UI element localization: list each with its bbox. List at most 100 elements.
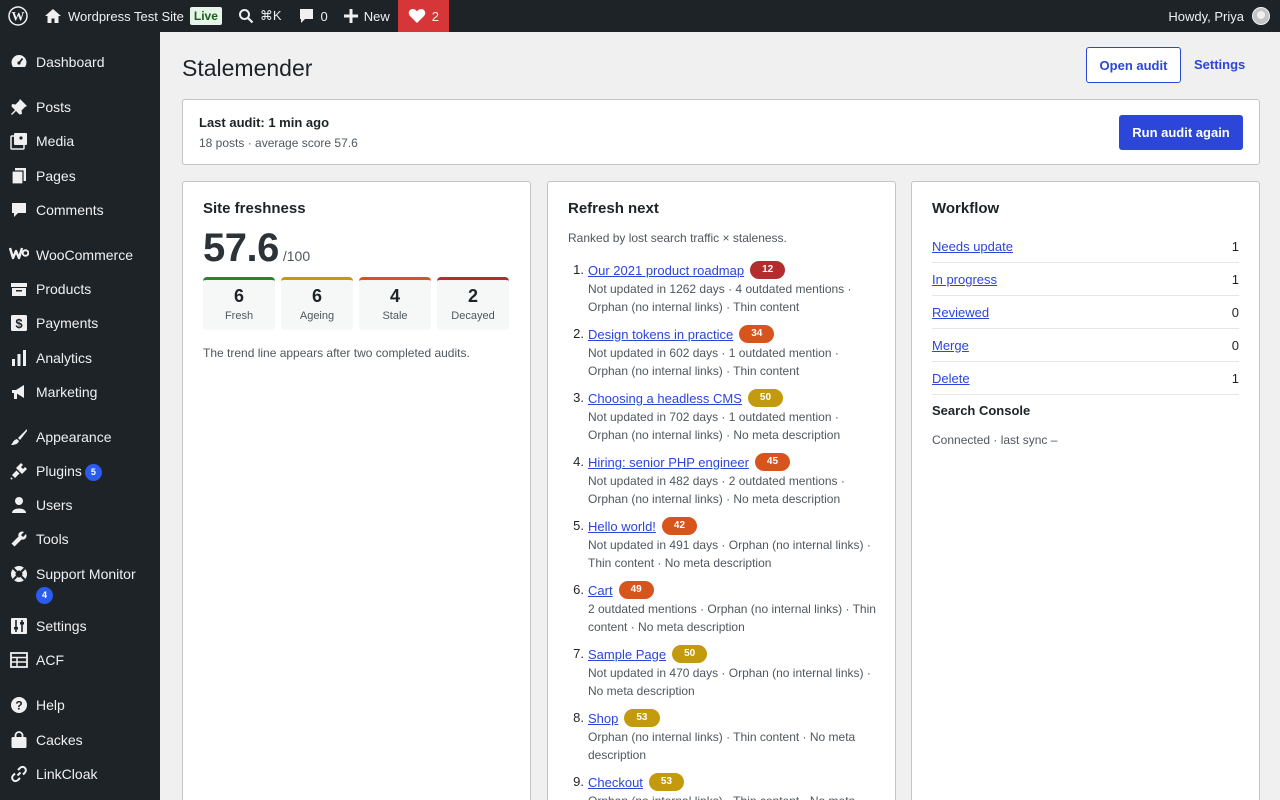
item-issues: Not updated in 491 days · Orphan (no int… [588,538,871,570]
post-title-link[interactable]: Hiring: senior PHP engineer [588,455,749,470]
search-icon [238,8,254,24]
sidebar-item-media[interactable]: Media [0,132,160,150]
sidebar-item-posts[interactable]: Posts [0,98,160,116]
workflow-count: 1 [1231,271,1239,287]
item-number: 9. [573,774,584,789]
comments-button[interactable]: 0 [290,0,336,32]
stat-decayed: 2 Decayed [437,277,509,330]
refresh-list-item: 9. Checkout 53Orphan (no internal links) ·… [568,773,880,800]
post-title-link[interactable]: Cart [588,583,613,598]
score-max: /100 [282,248,311,264]
item-header: Shop 53 [588,709,880,727]
favorites-button[interactable]: 2 [397,0,450,32]
freshness-score: 57.6 /100 [203,226,310,271]
link-icon [0,765,36,783]
post-title-link[interactable]: Hello world! [588,519,656,534]
sidebar-item-dashboard[interactable]: Dashboard [0,53,160,71]
score-badge: 50 [672,645,708,663]
item-body: Sample Page 50 Not updated in 470 days · O… [588,645,880,700]
item-body: Checkout 53Orphan (no internal links) · T… [588,773,880,800]
megaphone-icon [0,383,36,401]
sidebar-item-help[interactable]: ? Help [0,696,160,714]
workflow-link-reviewed[interactable]: Reviewed [932,305,989,320]
command-search-button[interactable]: ⌘K [230,0,290,32]
sidebar-item-analytics[interactable]: Analytics [0,349,160,367]
workflow-row: Reviewed 0 [932,296,1239,329]
sidebar-item-label: Posts [36,99,72,115]
sidebar-item-plugins[interactable]: Plugins 5 [0,462,160,481]
sidebar-item-comments[interactable]: Comments [0,201,160,219]
settings-link[interactable]: Settings [1194,57,1245,72]
plugins-label: Plugins [36,463,82,479]
sidebar-item-label: Appearance [36,429,112,445]
svg-text:W: W [12,9,25,24]
item-body: Cart 49 2 outdated mentions · Orphan (no i… [588,581,880,636]
post-title-link[interactable]: Choosing a headless CMS [588,391,742,406]
bar-chart-icon [0,349,36,367]
refresh-list: 1. Our 2021 product roadmap 12 Not updated … [568,261,880,800]
run-audit-button[interactable]: Run audit again [1119,115,1243,150]
site-name-link[interactable]: Wordpress Test Site Live [36,0,230,32]
item-issues: Not updated in 602 days · 1 outdated men… [588,346,839,378]
card-title: Workflow [932,200,1000,217]
sidebar-item-tools[interactable]: Tools [0,530,160,548]
stat-value: 2 [467,286,478,306]
sidebar-item-users[interactable]: Users [0,496,160,514]
workflow-link-delete[interactable]: Delete [932,371,970,386]
brush-icon [0,428,36,446]
post-title-link[interactable]: Design tokens in practice [588,327,733,342]
sidebar-item-label: WooCommerce [36,247,133,263]
item-header: Sample Page 50 [588,645,880,663]
user-icon [0,496,36,514]
item-body: Hello world! 42 Not updated in 491 days · … [588,517,880,572]
post-title-link[interactable]: Our 2021 product roadmap [588,263,744,278]
item-body: Hiring: senior PHP engineer 45 Not updated… [588,453,880,508]
workflow-row: Needs update 1 [932,230,1239,263]
score-badge: 34 [739,325,775,343]
workflow-link-in-progress[interactable]: In progress [932,272,997,287]
score-badge: 45 [754,453,791,471]
wordpress-logo-button[interactable]: W [0,0,36,32]
sidebar-item-label: Users [36,497,73,513]
sidebar-item-label: Plugins 5 [36,462,160,481]
open-audit-button[interactable]: Open audit [1086,47,1181,83]
refresh-list-item: 2. Design tokens in practice 34 Not updated… [568,325,880,380]
sidebar-item-appearance[interactable]: Appearance [0,428,160,446]
score-badge: 42 [661,517,698,535]
support-monitor-label: Support Monitor [36,566,136,582]
sidebar-item-linkcloak[interactable]: LinkCloak [0,765,160,783]
post-title-link[interactable]: Checkout [588,775,643,790]
workflow-row: Merge 0 [932,329,1239,362]
account-menu[interactable]: Howdy, Priya [1158,0,1280,32]
item-issues: Orphan (no internal links) · Thin conten… [588,730,856,762]
stat-label: Ageing [299,310,335,322]
sidebar-item-label: Tools [36,531,69,547]
workflow-link-merge[interactable]: Merge [932,338,969,353]
sidebar-item-support-monitor[interactable]: Support Monitor 4 [0,565,160,604]
workflow-card: Workflow Needs update 1 In progress 1 Re… [911,181,1260,800]
sidebar-item-cackes[interactable]: Cackes [0,731,160,749]
new-content-button[interactable]: New [336,0,398,32]
sidebar-item-woocommerce[interactable]: WooCommerce [0,246,160,264]
post-title-link[interactable]: Shop [588,711,618,726]
sliders-icon [0,617,36,635]
item-header: Hiring: senior PHP engineer 45 [588,453,880,471]
plug-icon [0,462,36,480]
workflow-link-needs-update[interactable]: Needs update [932,239,1013,254]
sidebar-item-settings[interactable]: Settings [0,617,160,635]
last-audit-text: Last audit: 1 min ago [199,115,330,130]
item-issues: Not updated in 1262 days · 4 outdated me… [588,282,852,314]
post-title-link[interactable]: Sample Page [588,647,666,662]
sidebar-item-label: Dashboard [36,54,105,70]
sidebar-item-marketing[interactable]: Marketing [0,383,160,401]
item-body: Choosing a headless CMS 50 Not updated in … [588,389,880,444]
sidebar-item-payments[interactable]: $ Payments [0,314,160,332]
stat-stale: 4 Stale [359,277,431,330]
media-icon [0,132,36,150]
sidebar-item-pages[interactable]: Pages [0,167,160,185]
sidebar-item-acf[interactable]: ACF [0,651,160,669]
stat-fresh: 6 Fresh [203,277,275,330]
sidebar-item-products[interactable]: Products [0,280,160,298]
score-badge: 50 [747,389,784,407]
home-icon [44,8,62,24]
